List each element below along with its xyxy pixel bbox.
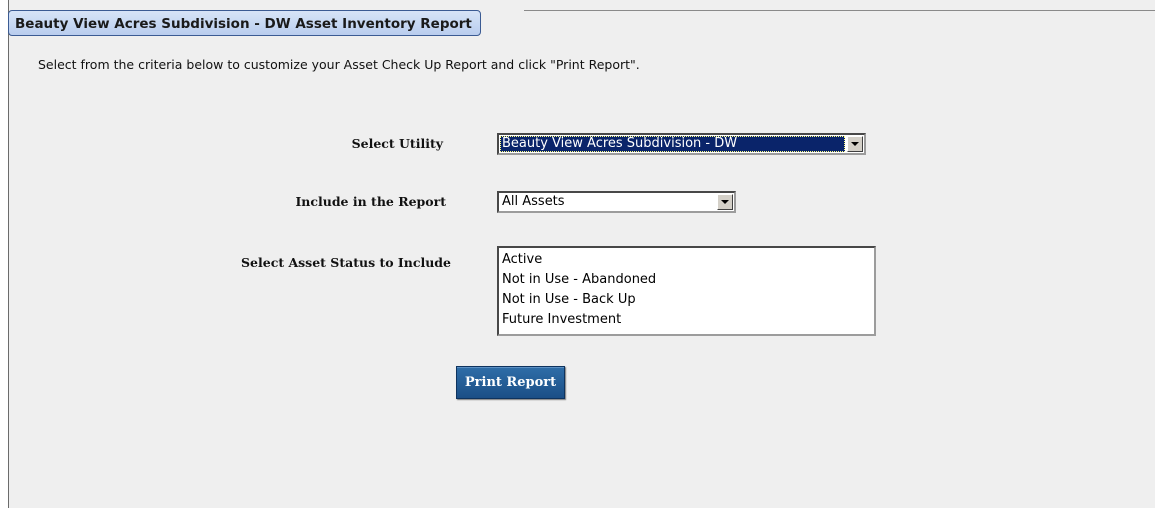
include-report-label: Include in the Report: [295, 194, 446, 209]
asset-status-label: Select Asset Status to Include: [241, 255, 451, 270]
chevron-down-icon[interactable]: [717, 194, 733, 210]
status-option-future[interactable]: Future Investment: [502, 310, 874, 330]
panel-top-border: [524, 10, 1155, 11]
status-option-backup[interactable]: Not in Use - Back Up: [502, 290, 874, 310]
utility-select-value: Beauty View Acres Subdivision - DW: [500, 136, 845, 152]
status-option-abandoned[interactable]: Not in Use - Abandoned: [502, 270, 874, 290]
page-title: Beauty View Acres Subdivision - DW Asset…: [8, 10, 481, 36]
utility-select[interactable]: Beauty View Acres Subdivision - DW: [497, 133, 866, 155]
print-report-button[interactable]: Print Report: [456, 366, 565, 399]
select-utility-label: Select Utility: [351, 136, 443, 151]
include-select[interactable]: All Assets: [497, 191, 736, 213]
asset-status-listbox[interactable]: Active Not in Use - Abandoned Not in Use…: [497, 246, 876, 336]
include-select-value: All Assets: [502, 194, 565, 209]
instructions-text: Select from the criteria below to custom…: [38, 57, 640, 72]
status-option-active[interactable]: Active: [502, 250, 874, 270]
chevron-down-icon[interactable]: [847, 136, 863, 152]
